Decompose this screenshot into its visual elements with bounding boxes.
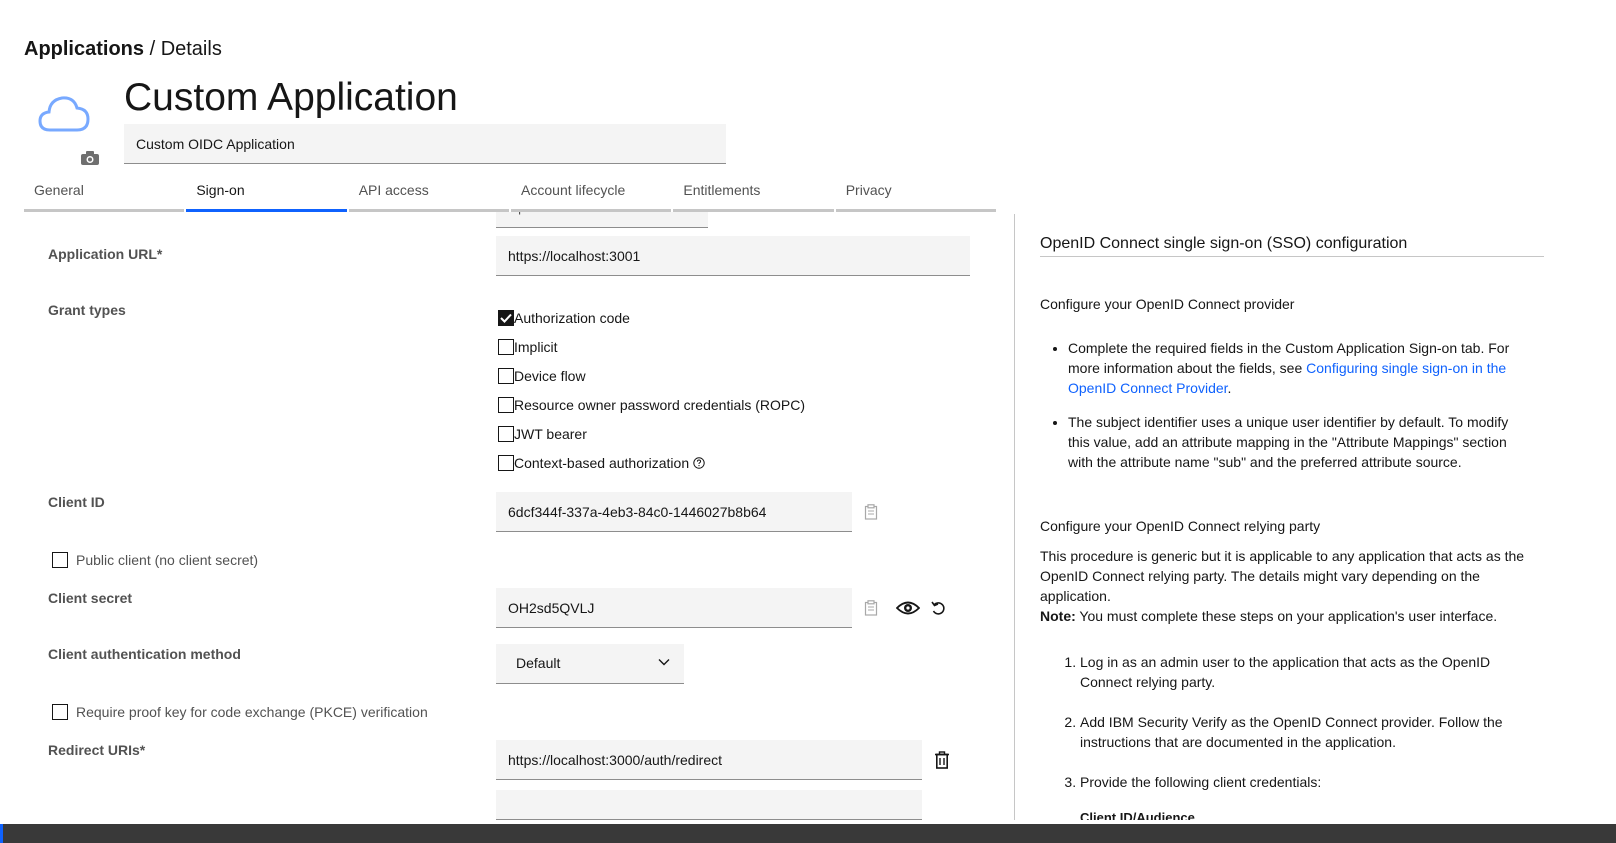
grant-option-label: Implicit [514,339,558,355]
app-url-label: Application URL* [48,246,163,262]
tab-privacy[interactable]: Privacy [835,174,997,212]
auth-method-select[interactable]: Default [496,644,684,684]
grant-option-label: Resource owner password credentials (ROP… [514,397,805,413]
help-provider-heading: Configure your OpenID Connect provider [1040,296,1295,312]
help-note: Note: You must complete these steps on y… [1040,606,1540,626]
tab-bar: General Sign-on API access Account lifec… [24,174,997,212]
list-item: Add IBM Security Verify as the OpenID Co… [1080,712,1530,752]
help-bullet-end: . [1227,380,1232,396]
grant-types-label: Grant types [48,302,126,318]
grant-option-label: JWT bearer [514,426,587,442]
grant-ropc[interactable]: Resource owner password credentials (ROP… [498,397,805,413]
panel-divider [1014,214,1015,820]
pkce-checkbox[interactable]: Require proof key for code exchange (PKC… [52,704,428,720]
grant-context-based[interactable]: Context-based authorization [498,455,705,471]
public-client-checkbox[interactable]: Public client (no client secret) [52,552,258,568]
list-item: The subject identifier uses a unique use… [1068,412,1528,472]
grant-implicit[interactable]: Implicit [498,339,558,355]
breadcrumb-current: Details [160,38,222,60]
cloud-icon [38,92,90,136]
trash-icon[interactable] [932,750,952,770]
pkce-label: Require proof key for code exchange (PKC… [76,704,428,720]
redirect-uri-input[interactable] [496,740,922,780]
grant-option-label: Authorization code [514,310,630,326]
checkbox[interactable] [498,368,514,384]
help-note-label: Note: [1040,608,1076,624]
tab-account-lifecycle[interactable]: Account lifecycle [511,174,672,212]
client-secret-input[interactable] [496,588,852,628]
help-icon[interactable] [693,457,705,469]
eye-icon[interactable] [896,598,920,618]
page-title: Custom Application [124,76,458,119]
breadcrumb: Applications / Details [24,38,222,61]
help-steps-list: Log in as an admin user to the applicati… [1080,652,1530,812]
tab-api-access[interactable]: API access [348,174,510,212]
help-provider-list: Complete the required fields in the Cust… [1068,338,1528,486]
redirect-uris-label: Redirect URIs* [48,742,146,758]
checkmark-icon [500,313,512,323]
auth-method-label: Client authentication method [48,646,241,662]
app-description-input[interactable] [124,124,726,164]
grant-option-label: Context-based authorization [514,455,690,471]
client-secret-label: Client secret [48,590,133,606]
help-client-id-heading: Client ID/Audience [1080,810,1195,820]
help-panel: OpenID Connect single sign-on (SSO) conf… [1040,214,1560,820]
help-note-text: You must complete these steps on your ap… [1075,608,1498,624]
tab-general[interactable]: General [24,174,185,212]
checkbox[interactable] [498,397,514,413]
sign-on-form: OpenID Connect 1.0 Application URL* Gran… [0,212,1000,820]
copy-icon[interactable] [861,598,881,618]
list-item: Log in as an admin user to the applicati… [1080,652,1530,692]
auth-method-value: Default [516,655,561,671]
checkbox[interactable] [52,552,68,568]
footer-bar [0,824,1616,843]
checkbox-checked[interactable] [498,310,514,326]
reset-icon[interactable] [928,598,948,618]
breadcrumb-applications-link[interactable]: Applications [24,38,144,60]
footer-accent [0,824,3,843]
client-id-label: Client ID [48,494,105,510]
grant-jwt-bearer[interactable]: JWT bearer [498,426,587,442]
camera-icon[interactable] [80,150,100,166]
checkbox[interactable] [52,704,68,720]
checkbox[interactable] [498,339,514,355]
redirect-uri-new-input[interactable] [496,790,922,820]
grant-option-label: Device flow [514,368,586,384]
client-id-input[interactable] [496,492,852,532]
help-title: OpenID Connect single sign-on (SSO) conf… [1040,234,1544,257]
sign-on-method-select[interactable]: OpenID Connect 1.0 [496,212,708,228]
list-item: Provide the following client credentials… [1080,772,1530,792]
list-item: Complete the required fields in the Cust… [1068,338,1528,398]
checkbox[interactable] [498,455,514,471]
tab-sign-on[interactable]: Sign-on [186,174,347,212]
app-url-input[interactable] [496,236,970,276]
help-rp-paragraph: This procedure is generic but it is appl… [1040,548,1525,604]
chevron-down-icon [658,659,670,666]
help-rp-heading: Configure your OpenID Connect relying pa… [1040,518,1321,534]
breadcrumb-separator: / [144,38,161,60]
public-client-label: Public client (no client secret) [76,552,259,568]
grant-device-flow[interactable]: Device flow [498,368,586,384]
tab-entitlements[interactable]: Entitlements [673,174,834,212]
copy-icon[interactable] [861,502,881,522]
grant-authorization-code[interactable]: Authorization code [498,310,630,326]
checkbox[interactable] [498,426,514,442]
